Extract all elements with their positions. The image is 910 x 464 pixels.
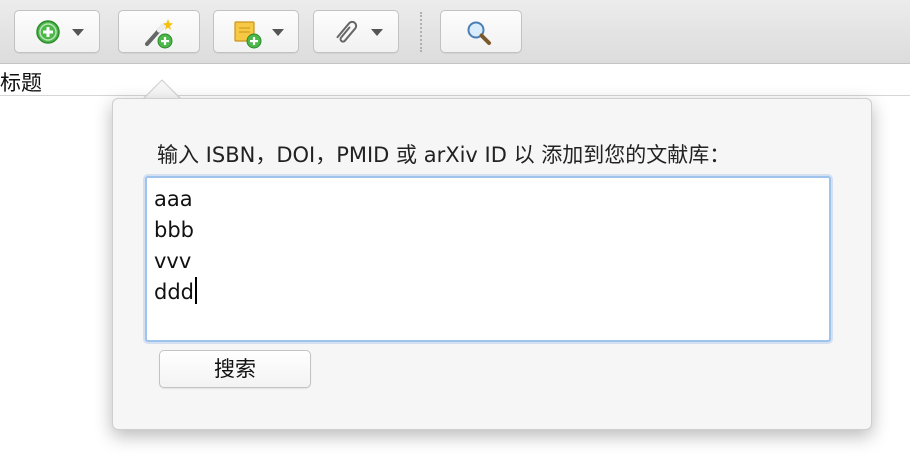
popover-prompt: 输入 ISBN，DOI，PMID 或 arXiv ID 以 添加到您的文献库： [157, 143, 731, 167]
input-line: aaa [154, 187, 193, 211]
toolbar [0, 0, 910, 64]
items-column-header[interactable]: 标题 [0, 64, 910, 96]
add-circle-icon [36, 20, 60, 44]
toolbar-separator [420, 12, 422, 52]
magnifier-icon [467, 21, 491, 45]
popover-arrow [142, 78, 182, 100]
chevron-down-icon [272, 29, 284, 36]
search-submit-button[interactable]: 搜索 [159, 350, 311, 388]
text-caret [195, 277, 197, 304]
new-note-button[interactable] [213, 10, 299, 53]
title-column-label: 标题 [0, 71, 42, 95]
identifier-input[interactable]: aaa bbb vvv ddd [145, 176, 831, 342]
input-line: bbb [154, 218, 194, 242]
search-button-toolbar[interactable] [440, 10, 522, 53]
add-by-identifier-popover: 输入 ISBN，DOI，PMID 或 arXiv ID 以 添加到您的文献库： … [112, 98, 872, 430]
add-by-identifier-button[interactable] [118, 10, 200, 53]
chevron-down-icon [371, 29, 383, 36]
note-add-icon [234, 21, 262, 49]
chevron-down-icon [72, 29, 84, 36]
new-item-button[interactable] [14, 10, 100, 53]
paperclip-icon [336, 20, 358, 43]
add-attachment-button[interactable] [313, 10, 399, 53]
input-line-text: ddd [154, 280, 194, 304]
input-line-last: ddd [154, 277, 822, 308]
input-line: vvv [154, 249, 192, 273]
magic-wand-add-icon [145, 19, 173, 49]
